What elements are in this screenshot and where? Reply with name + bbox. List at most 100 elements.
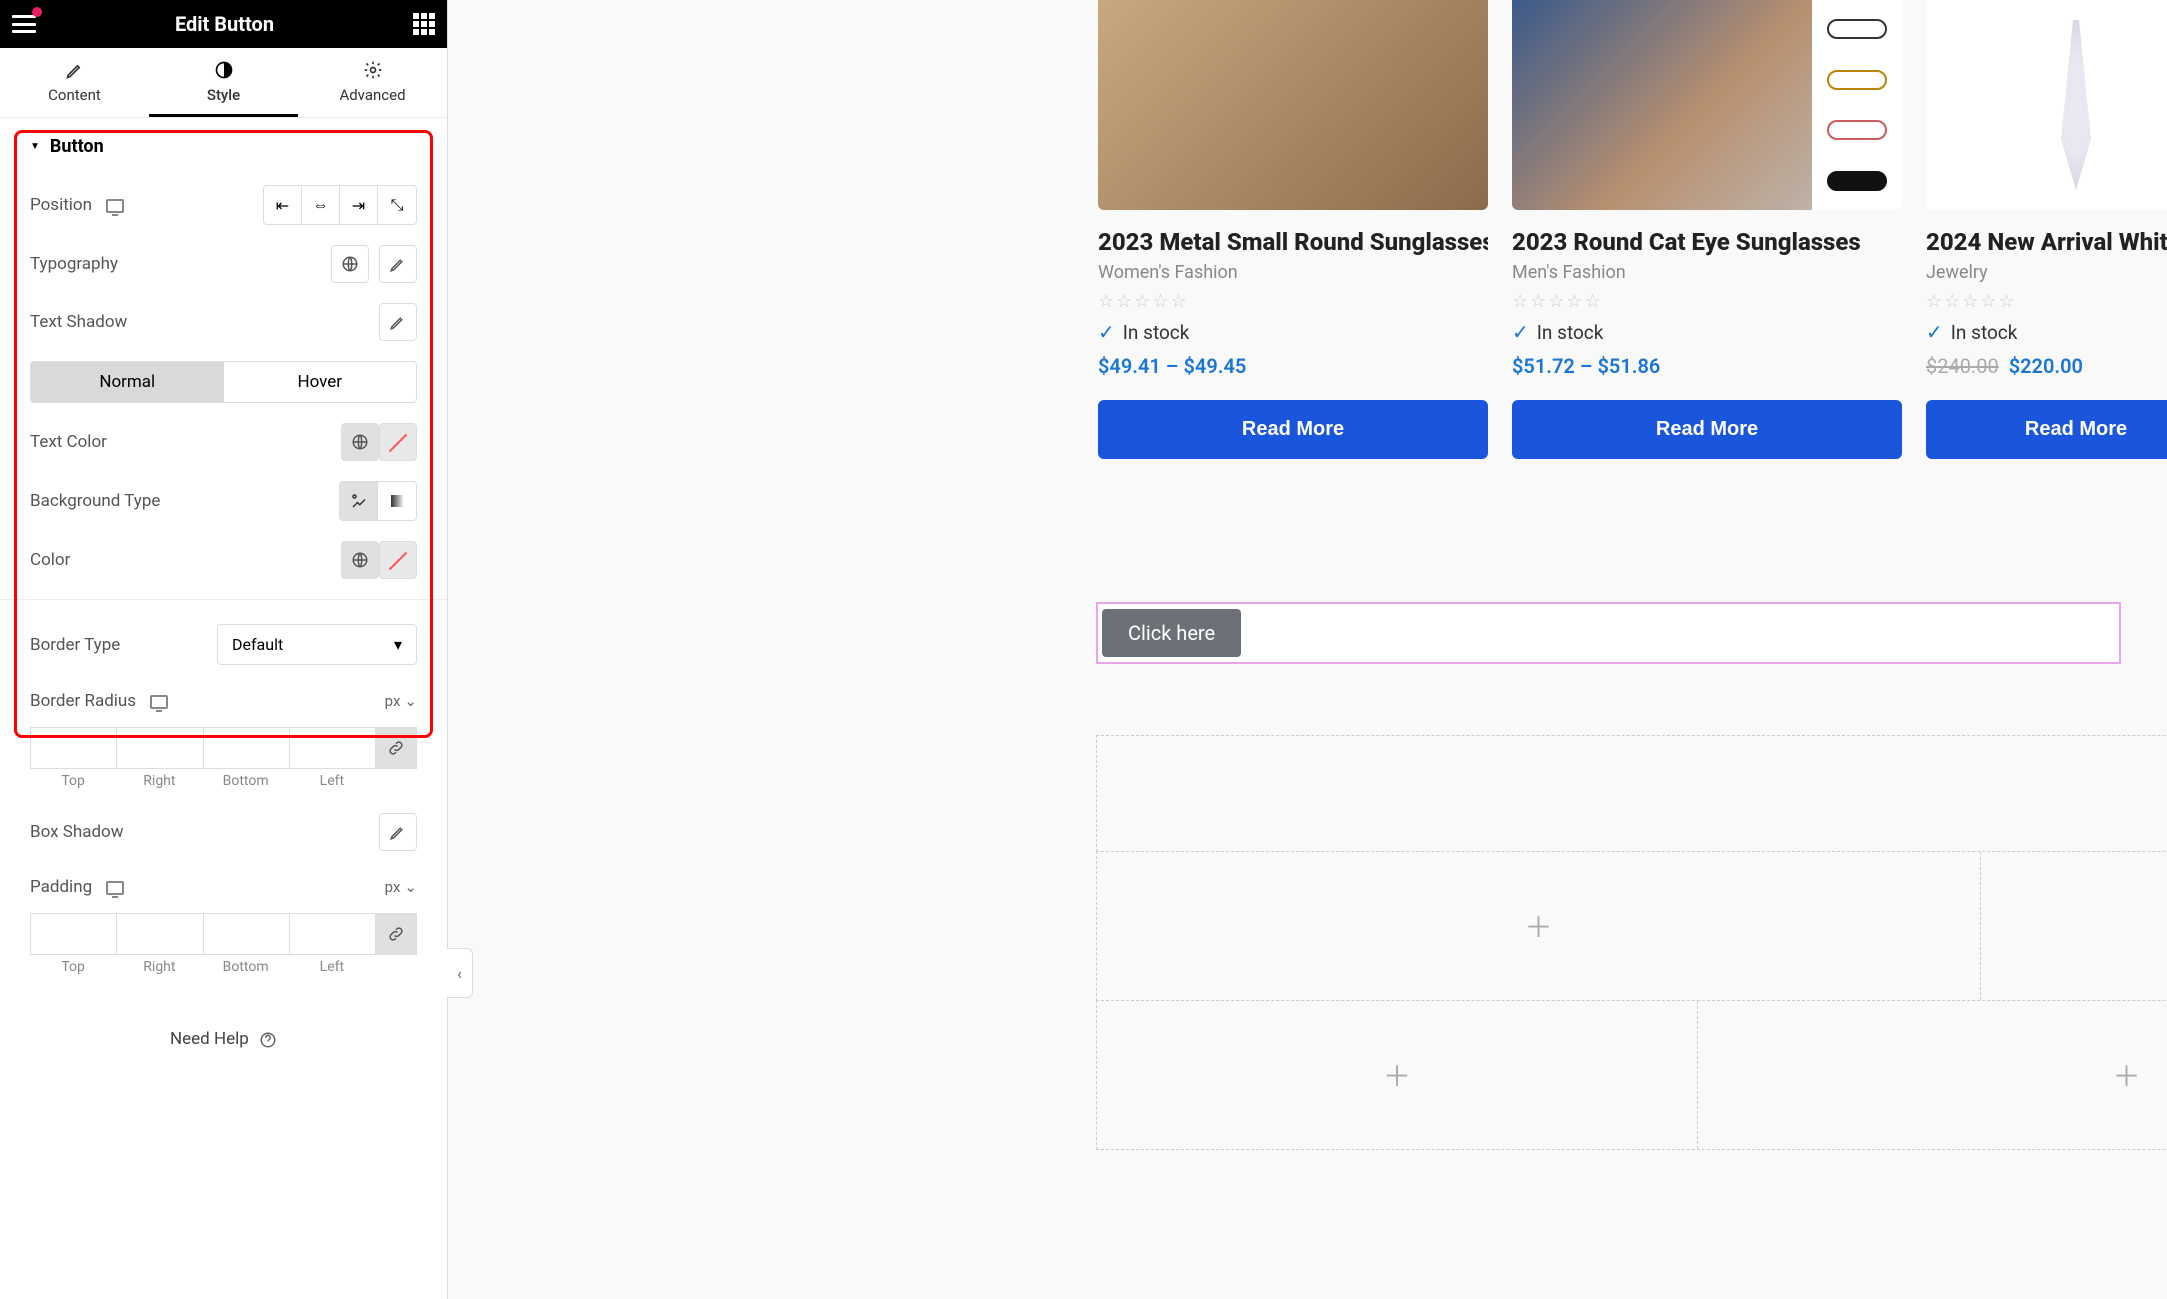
globe-icon[interactable] <box>341 541 379 579</box>
label-position: Position <box>30 195 124 215</box>
tab-advanced-label: Advanced <box>339 86 405 104</box>
chevron-down-icon: ▾ <box>394 635 402 654</box>
product-image[interactable] <box>1512 0 1902 210</box>
edit-pencil-icon[interactable] <box>379 303 417 341</box>
add-widget-icon[interactable] <box>1980 852 2167 1000</box>
menu-icon[interactable] <box>12 15 36 33</box>
bg-classic-icon[interactable] <box>340 482 378 520</box>
row-text-color: Text Color <box>0 413 447 471</box>
pencil-icon <box>65 60 85 80</box>
row-border-type: Border Type Default ▾ <box>0 599 447 675</box>
product-title[interactable]: 2023 Round Cat Eye Sunglasses <box>1512 228 1902 256</box>
product-image[interactable] <box>1926 0 2167 210</box>
product-title[interactable]: 2024 New Arrival White <box>1926 228 2167 256</box>
radius-right-input[interactable] <box>116 727 202 769</box>
help-link[interactable]: Need Help <box>0 989 447 1069</box>
star-rating: ☆☆☆☆☆ <box>1512 291 1902 312</box>
align-center-icon[interactable]: ⇔ <box>302 186 340 224</box>
link-values-icon[interactable] <box>375 727 417 769</box>
label-text-shadow: Text Shadow <box>30 312 127 332</box>
label-box-shadow: Box Shadow <box>30 822 124 842</box>
widgets-grid-icon[interactable] <box>413 13 435 35</box>
product-card: 2023 Metal Small Round Sunglasses Women'… <box>1098 0 1488 459</box>
radius-bottom-input[interactable] <box>203 727 289 769</box>
add-widget-icon[interactable]: ＋ <box>1697 1001 2167 1149</box>
star-rating: ☆☆☆☆☆ <box>1098 291 1488 312</box>
collapse-sidebar-icon[interactable]: ‹ <box>447 948 473 998</box>
radius-top-input[interactable] <box>30 727 116 769</box>
add-widget-icon[interactable]: ＋ <box>1097 736 2167 851</box>
read-more-button[interactable]: Read More <box>1926 400 2167 459</box>
tab-style[interactable]: Style <box>149 48 298 117</box>
section-button[interactable]: Button <box>0 118 447 175</box>
globe-icon[interactable] <box>331 245 369 283</box>
product-price: $49.41 – $49.45 <box>1098 354 1488 378</box>
product-image[interactable] <box>1098 0 1488 210</box>
padding-top-input[interactable] <box>30 913 116 955</box>
product-title[interactable]: 2023 Metal Small Round Sunglasses <box>1098 228 1488 256</box>
glasses-icon <box>1827 171 1887 191</box>
link-values-icon[interactable] <box>375 913 417 955</box>
radius-left-input[interactable] <box>289 727 375 769</box>
tab-content-label: Content <box>48 86 101 104</box>
state-tabs: Normal Hover <box>30 361 417 403</box>
add-widget-icon[interactable]: ＋ <box>1097 852 1980 1000</box>
add-widget-icon[interactable]: ＋ <box>1097 1001 1697 1149</box>
button-widget-selected[interactable]: Click here <box>1096 602 2121 664</box>
padding-right-input[interactable] <box>116 913 202 955</box>
glasses-icon <box>1827 19 1887 39</box>
responsive-icon[interactable] <box>106 881 124 895</box>
product-category[interactable]: Men's Fashion <box>1512 262 1902 283</box>
chevron-down-icon: ⌄ <box>404 878 417 896</box>
product-card: 2023 Round Cat Eye Sunglasses Men's Fash… <box>1512 0 1902 459</box>
edit-pencil-icon[interactable] <box>379 813 417 851</box>
tab-advanced[interactable]: Advanced <box>298 48 447 117</box>
padding-left-input[interactable] <box>289 913 375 955</box>
click-here-button[interactable]: Click here <box>1102 609 1241 657</box>
align-right-icon[interactable]: ⇥ <box>340 186 378 224</box>
padding-inputs <box>30 913 417 955</box>
text-color-swatch[interactable] <box>379 423 417 461</box>
check-icon: ✓ <box>1512 320 1529 344</box>
read-more-button[interactable]: Read More <box>1512 400 1902 459</box>
responsive-icon[interactable] <box>150 695 168 709</box>
label-padding: Padding <box>30 877 124 897</box>
stock-status: ✓ In stock <box>1098 320 1488 344</box>
align-stretch-icon[interactable]: ⤡ <box>378 186 416 224</box>
radius-labels: Top Right Bottom Left <box>30 773 417 789</box>
empty-row: ＋ <box>1096 735 2167 852</box>
product-price: $240.00 $220.00 <box>1926 354 2167 378</box>
border-type-select[interactable]: Default ▾ <box>217 624 417 665</box>
star-rating: ☆☆☆☆☆ <box>1926 291 2167 312</box>
row-position: Position ⇤ ⇔ ⇥ ⤡ <box>0 175 447 235</box>
editor-sidebar: Edit Button Content Style Advanced Butto… <box>0 0 448 1299</box>
read-more-button[interactable]: Read More <box>1098 400 1488 459</box>
editor-tabs: Content Style Advanced <box>0 48 447 118</box>
unit-select-padding[interactable]: px⌄ <box>385 878 417 896</box>
chevron-down-icon: ⌄ <box>404 692 417 710</box>
state-normal[interactable]: Normal <box>31 362 224 402</box>
label-color: Color <box>30 550 70 570</box>
bg-type-buttons <box>339 481 417 521</box>
row-color: Color <box>0 531 447 589</box>
bg-gradient-icon[interactable] <box>378 482 416 520</box>
state-hover[interactable]: Hover <box>224 362 417 402</box>
product-price: $51.72 – $51.86 <box>1512 354 1902 378</box>
unit-select-radius[interactable]: px⌄ <box>385 692 417 710</box>
row-text-shadow: Text Shadow <box>0 293 447 351</box>
tab-content[interactable]: Content <box>0 48 149 117</box>
pendant-icon <box>2046 20 2106 190</box>
align-left-icon[interactable]: ⇤ <box>264 186 302 224</box>
border-type-value: Default <box>232 635 283 654</box>
padding-labels: Top Right Bottom Left <box>30 959 417 975</box>
padding-bottom-input[interactable] <box>203 913 289 955</box>
product-category[interactable]: Women's Fashion <box>1098 262 1488 283</box>
product-category[interactable]: Jewelry <box>1926 262 2167 283</box>
glasses-icon <box>1827 70 1887 90</box>
edit-pencil-icon[interactable] <box>379 245 417 283</box>
bg-color-swatch[interactable] <box>379 541 417 579</box>
responsive-icon[interactable] <box>106 199 124 213</box>
globe-icon[interactable] <box>341 423 379 461</box>
style-panel: Button Position ⇤ ⇔ ⇥ ⤡ Typography <box>0 118 447 1299</box>
notification-dot <box>32 7 42 17</box>
